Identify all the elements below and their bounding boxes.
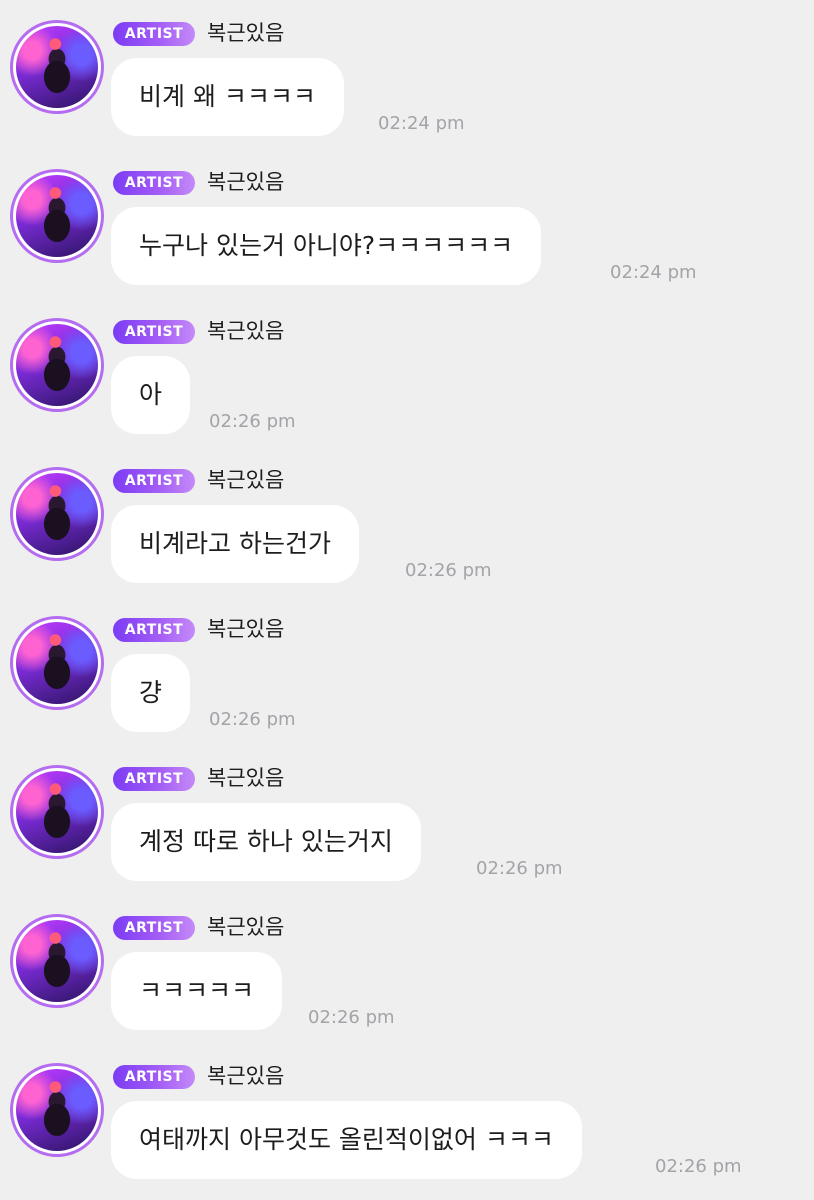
chat-message: ARTIST 복근있음 비계라고 하는건가 02:26 pm — [0, 447, 814, 596]
message-timestamp: 02:26 pm — [209, 709, 296, 730]
message-timestamp: 02:26 pm — [655, 1156, 742, 1177]
chat-message: ARTIST 복근있음 비계 왜 ㅋㅋㅋㅋ 02:24 pm — [0, 0, 814, 149]
sender-name: 복근있음 — [207, 468, 285, 492]
avatar[interactable] — [10, 765, 104, 859]
chat-message: ARTIST 복근있음 누구나 있는거 아니야?ㅋㅋㅋㅋㅋㅋ 02:24 pm — [0, 149, 814, 298]
message-timestamp: 02:24 pm — [378, 113, 465, 134]
chat-message: ARTIST 복근있음 아 02:26 pm — [0, 298, 814, 447]
message-bubble[interactable]: 아 — [111, 356, 191, 434]
avatar-image — [16, 324, 98, 406]
message-bubble[interactable]: 비계 왜 ㅋㅋㅋㅋ — [111, 58, 344, 136]
chat-message: ARTIST 복근있음 여태까지 아무것도 올린적이없어 ㅋㅋㅋ 02:26 p… — [0, 1043, 814, 1192]
message-bubble[interactable]: 비계라고 하는건가 — [111, 505, 359, 583]
artist-badge: ARTIST — [113, 618, 195, 642]
chat-message: ARTIST 복근있음 ㅋㅋㅋㅋㅋ 02:26 pm — [0, 894, 814, 1043]
artist-badge: ARTIST — [113, 171, 195, 195]
artist-badge: ARTIST — [113, 1065, 195, 1089]
avatar[interactable] — [10, 467, 104, 561]
avatar[interactable] — [10, 1063, 104, 1157]
avatar[interactable] — [10, 318, 104, 412]
sender-name: 복근있음 — [207, 170, 285, 194]
avatar-image — [16, 771, 98, 853]
artist-badge: ARTIST — [113, 916, 195, 940]
sender-name: 복근있음 — [207, 915, 285, 939]
message-bubble[interactable]: 누구나 있는거 아니야?ㅋㅋㅋㅋㅋㅋ — [111, 207, 542, 285]
sender-name: 복근있음 — [207, 1064, 285, 1088]
message-timestamp: 02:26 pm — [405, 560, 492, 581]
sender-name: 복근있음 — [207, 766, 285, 790]
artist-badge: ARTIST — [113, 320, 195, 344]
message-bubble[interactable]: 여태까지 아무것도 올린적이없어 ㅋㅋㅋ — [111, 1101, 582, 1179]
artist-badge: ARTIST — [113, 22, 195, 46]
sender-name: 복근있음 — [207, 21, 285, 45]
message-timestamp: 02:26 pm — [209, 411, 296, 432]
avatar[interactable] — [10, 616, 104, 710]
message-bubble[interactable]: 걍 — [111, 654, 191, 732]
avatar[interactable] — [10, 20, 104, 114]
sender-name: 복근있음 — [207, 319, 285, 343]
chat-message-list[interactable]: ARTIST 복근있음 비계 왜 ㅋㅋㅋㅋ 02:24 pm ARTIST 복근… — [0, 0, 814, 1200]
avatar[interactable] — [10, 169, 104, 263]
message-timestamp: 02:26 pm — [476, 858, 563, 879]
artist-badge: ARTIST — [113, 469, 195, 493]
avatar-image — [16, 622, 98, 704]
avatar-image — [16, 26, 98, 108]
avatar-image — [16, 175, 98, 257]
chat-message: ARTIST 복근있음 걍 02:26 pm — [0, 596, 814, 745]
avatar[interactable] — [10, 914, 104, 1008]
artist-badge: ARTIST — [113, 767, 195, 791]
avatar-image — [16, 473, 98, 555]
chat-message: ARTIST 복근있음 계정 따로 하나 있는거지 02:26 pm — [0, 745, 814, 894]
avatar-image — [16, 920, 98, 1002]
message-timestamp: 02:24 pm — [610, 262, 697, 283]
message-timestamp: 02:26 pm — [308, 1007, 395, 1028]
sender-name: 복근있음 — [207, 617, 285, 641]
message-bubble[interactable]: ㅋㅋㅋㅋㅋ — [111, 952, 283, 1030]
message-bubble[interactable]: 계정 따로 하나 있는거지 — [111, 803, 421, 881]
avatar-image — [16, 1069, 98, 1151]
